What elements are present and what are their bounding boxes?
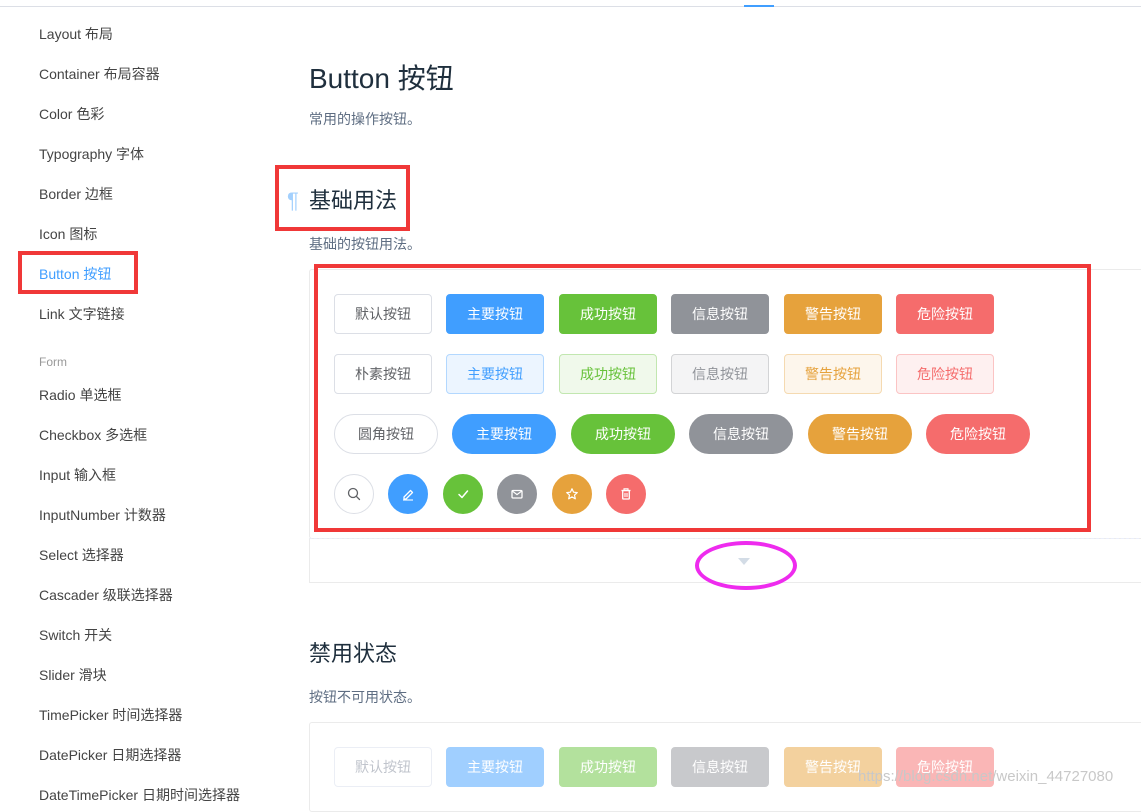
top-nav-indicator xyxy=(744,5,774,7)
circle-delete-button[interactable] xyxy=(606,474,646,514)
page-title: Button 按钮 xyxy=(309,63,454,94)
circle-check-button[interactable] xyxy=(443,474,483,514)
disabled-success-button[interactable]: 成功按钮 xyxy=(559,747,657,787)
watermark: https://blog.csdn.net/weixin_44727080 xyxy=(858,768,1114,785)
plain-primary-button[interactable]: 主要按钮 xyxy=(446,354,544,394)
primary-button[interactable]: 主要按钮 xyxy=(446,294,544,334)
sidebar-item-border[interactable]: Border 边框 xyxy=(39,184,113,204)
success-button[interactable]: 成功按钮 xyxy=(559,294,657,334)
plain-default-button[interactable]: 朴素按钮 xyxy=(334,354,432,394)
disabled-primary-button[interactable]: 主要按钮 xyxy=(446,747,544,787)
message-icon xyxy=(511,489,523,499)
circle-message-button[interactable] xyxy=(497,474,537,514)
warning-button[interactable]: 警告按钮 xyxy=(784,294,882,334)
circle-star-button[interactable] xyxy=(552,474,592,514)
danger-button[interactable]: 危险按钮 xyxy=(896,294,994,334)
sidebar-item-layout[interactable]: Layout 布局 xyxy=(39,24,113,44)
plain-info-button[interactable]: 信息按钮 xyxy=(671,354,769,394)
sidebar-item-inputnumber[interactable]: InputNumber 计数器 xyxy=(39,505,166,525)
sidebar-item-input[interactable]: Input 输入框 xyxy=(39,465,116,485)
sidebar-item-datepicker[interactable]: DatePicker 日期选择器 xyxy=(39,745,181,765)
demo-code-toggle[interactable] xyxy=(309,538,1141,583)
plain-warning-button[interactable]: 警告按钮 xyxy=(784,354,882,394)
caret-down-icon xyxy=(738,558,750,565)
sidebar-item-switch[interactable]: Switch 开关 xyxy=(39,625,112,645)
round-success-button[interactable]: 成功按钮 xyxy=(571,414,675,454)
sidebar-item-icon[interactable]: Icon 图标 xyxy=(39,224,97,244)
round-danger-button[interactable]: 危险按钮 xyxy=(926,414,1030,454)
sidebar-item-typography[interactable]: Typography 字体 xyxy=(39,144,144,164)
plain-success-button[interactable]: 成功按钮 xyxy=(559,354,657,394)
round-info-button[interactable]: 信息按钮 xyxy=(689,414,793,454)
default-button[interactable]: 默认按钮 xyxy=(334,294,432,334)
sidebar-item-link[interactable]: Link 文字链接 xyxy=(39,304,125,324)
sidebar-item-color[interactable]: Color 色彩 xyxy=(39,104,104,124)
disabled-info-button[interactable]: 信息按钮 xyxy=(671,747,769,787)
sidebar-item-container[interactable]: Container 布局容器 xyxy=(39,64,160,84)
section-title-disabled: 禁用状态 xyxy=(309,641,398,666)
disabled-default-button[interactable]: 默认按钮 xyxy=(334,747,432,787)
round-default-button[interactable]: 圆角按钮 xyxy=(334,414,438,454)
section-title-basic: 基础用法 xyxy=(309,188,398,213)
sidebar-item-datetimepicker[interactable]: DateTimePicker 日期时间选择器 xyxy=(39,785,240,805)
round-warning-button[interactable]: 警告按钮 xyxy=(808,414,912,454)
sidebar-item-button[interactable]: Button 按钮 xyxy=(39,264,111,284)
sidebar-item-checkbox[interactable]: Checkbox 多选框 xyxy=(39,425,147,445)
circle-search-button[interactable] xyxy=(334,474,374,514)
delete-icon xyxy=(621,488,631,500)
sidebar: Layout 布局 Container 布局容器 Color 色彩 Typogr… xyxy=(0,0,260,803)
section-desc-disabled: 按钮不可用状态。 xyxy=(309,689,421,705)
check-icon xyxy=(458,490,469,499)
sidebar-item-select[interactable]: Select 选择器 xyxy=(39,545,124,565)
sidebar-item-slider[interactable]: Slider 滑块 xyxy=(39,665,107,685)
sidebar-item-cascader[interactable]: Cascader 级联选择器 xyxy=(39,585,173,605)
page-description: 常用的操作按钮。 xyxy=(309,111,421,127)
sidebar-item-timepicker[interactable]: TimePicker 时间选择器 xyxy=(39,705,182,725)
section-anchor-link[interactable]: ¶ xyxy=(287,186,299,216)
round-primary-button[interactable]: 主要按钮 xyxy=(452,414,556,454)
sidebar-group-title: Form xyxy=(39,355,67,369)
section-desc-basic: 基础的按钮用法。 xyxy=(309,236,421,252)
search-icon xyxy=(347,487,361,501)
sidebar-item-radio[interactable]: Radio 单选框 xyxy=(39,385,121,405)
plain-danger-button[interactable]: 危险按钮 xyxy=(896,354,994,394)
info-button[interactable]: 信息按钮 xyxy=(671,294,769,334)
circle-edit-button[interactable] xyxy=(388,474,428,514)
edit-icon xyxy=(403,489,414,501)
star-icon xyxy=(566,488,578,500)
